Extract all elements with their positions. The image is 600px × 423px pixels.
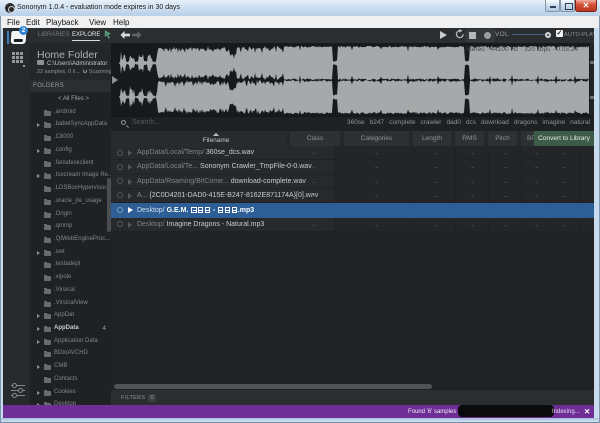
svg-text:Stereo · 44100 Hz · 320 kbps ·: Stereo · 44100 Hz · 320 kbps · 0:03:24 [466,46,579,53]
